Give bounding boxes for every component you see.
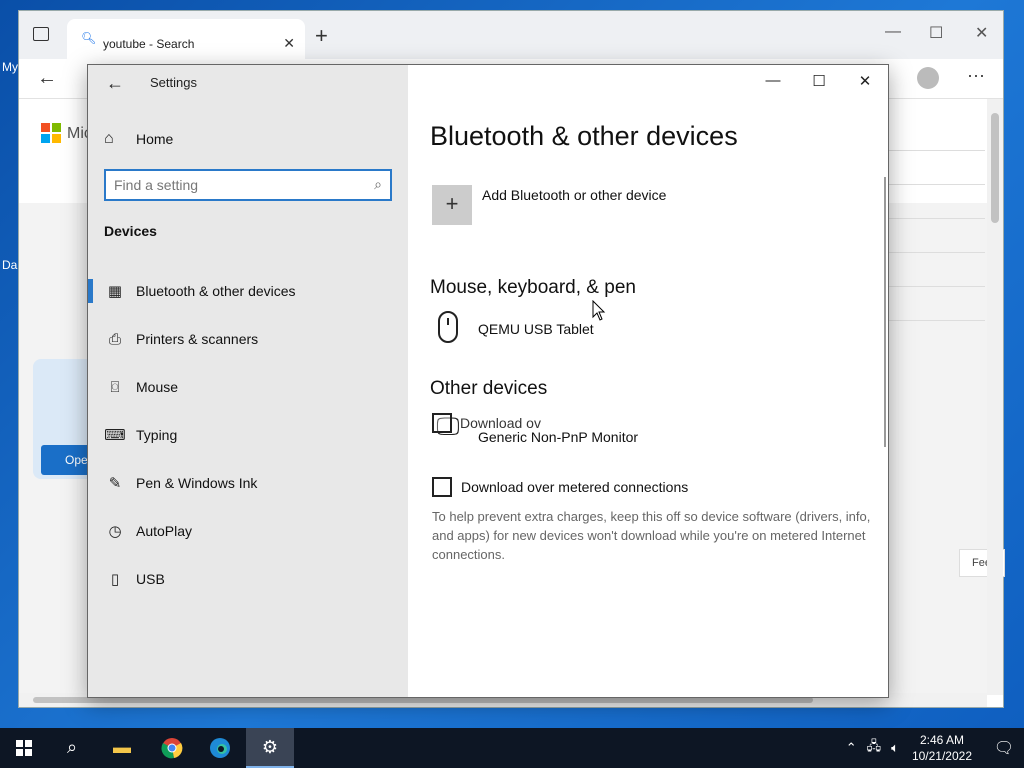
profile-avatar[interactable] [917,67,939,89]
browser-tab[interactable]: 🔍︎ youtube - Search ✕ [67,19,305,59]
home-label: Home [136,131,174,147]
page-list [889,117,985,321]
notification-icon[interactable]: 🗨︎ [984,738,1024,758]
windows-logo-icon [16,740,32,756]
taskbar: ⌕ ▬ ⚙ ⌃ 🖧︎ 🔈︎ 2:46 AM 10/21/2022 🗨︎ [0,728,1024,768]
close-icon[interactable]: ✕ [842,65,888,99]
back-arrow-icon[interactable]: ← [37,67,57,90]
nav-label: Bluetooth & other devices [136,283,296,299]
network-icon[interactable]: 🖧︎ [867,737,882,759]
start-button[interactable] [0,728,48,768]
search-field[interactable]: ⌕ [104,169,392,201]
metered-download-checkbox[interactable]: Download over metered connections [432,477,688,497]
nav-label: Pen & Windows Ink [136,475,258,491]
edge-icon[interactable] [196,728,244,768]
search-icon: ⌕ [374,176,382,192]
nav-item-bluetooth[interactable]: ▦ Bluetooth & other devices [88,267,408,315]
page-title: Bluetooth & other devices [430,121,738,151]
nav-label: USB [136,571,165,587]
section-heading: Other devices [430,378,548,399]
search-icon: 🔍︎ [81,31,97,45]
section-title: Devices [104,223,157,239]
nav-item-printers[interactable]: ⎙ Printers & scanners [88,315,408,363]
maximize-icon[interactable]: ☐ [929,23,943,43]
checkbox[interactable] [432,477,452,497]
device-row[interactable]: QEMU USB Tablet [432,311,594,347]
browser-tabbar: 🔍︎ youtube - Search ✕ + — ☐ ✕ [19,11,1003,59]
checkbox-label: Download over metered connections [461,479,689,495]
minimize-icon[interactable]: — [750,65,796,99]
nav-item-mouse[interactable]: ⌼ Mouse [88,363,408,411]
ghost-checkbox [432,413,452,433]
printer-icon: ⎙ [108,330,121,348]
bluetooth-devices-icon: ▦ [107,283,123,300]
ghost-text: Download ov [460,415,541,431]
search-input[interactable] [114,175,364,195]
help-text: To help prevent extra charges, keep this… [432,509,871,562]
new-tab-icon[interactable]: + [315,23,328,49]
vertical-scrollbar[interactable] [987,99,1003,695]
device-name: QEMU USB Tablet [478,321,594,337]
content-scrollbar[interactable] [884,177,886,447]
nav-label: AutoPlay [136,523,193,539]
autoplay-icon: ◷ [108,523,122,540]
settings-content: — ☐ ✕ Bluetooth & other devices + Add Bl… [408,65,888,697]
chrome-icon[interactable] [148,728,196,768]
pen-icon: ✎ [108,475,122,492]
back-arrow-icon[interactable]: ← [106,73,124,94]
desktop-icon-label[interactable]: My [2,60,18,74]
chevron-up-icon[interactable]: ⌃ [846,740,857,756]
add-device-button[interactable]: + [432,185,472,225]
usb-icon: ▯ [110,571,120,588]
file-explorer-icon[interactable]: ▬ [98,728,146,768]
nav-label: Mouse [136,379,179,395]
mouse-icon: ⌼ [110,378,120,396]
mouse-device-icon [432,311,464,347]
nav-label: Typing [136,427,178,443]
nav-item-pen[interactable]: ✎ Pen & Windows Ink [88,459,408,507]
microsoft-logo-icon [41,123,61,143]
clock[interactable]: 2:46 AM 10/21/2022 [912,732,972,764]
nav-item-typing[interactable]: ⌨ Typing [88,411,408,459]
desktop-icon-label[interactable]: Da [2,258,17,272]
nav-label: Printers & scanners [136,331,259,347]
mouse-cursor-icon [592,300,606,321]
window-controls: — ☐ ✕ [750,65,888,99]
settings-nav: ▦ Bluetooth & other devices ⎙ Printers &… [88,267,408,603]
minimize-icon[interactable]: — [885,23,901,41]
tab-title: youtube - Search [103,37,195,51]
date: 10/21/2022 [911,749,972,763]
window-title: Settings [150,75,197,90]
plus-icon: + [445,191,459,216]
close-tab-icon[interactable]: ✕ [283,35,295,52]
add-device-label[interactable]: Add Bluetooth or other device [482,187,666,203]
home-icon: ⌂ [104,130,114,147]
close-window-icon[interactable]: ✕ [975,23,988,43]
volume-icon[interactable]: 🔈︎ [891,740,899,756]
section-heading: Mouse, keyboard, & pen [430,277,636,298]
device-name: Generic Non-PnP Monitor [478,429,639,445]
search-icon[interactable]: ⌕ [48,728,96,768]
nav-item-autoplay[interactable]: ◷ AutoPlay [88,507,408,555]
home-link[interactable]: ⌂ Home [104,127,173,151]
settings-sidebar: ← Settings ⌂ Home ⌕ Devices ▦ Bluetooth … [88,65,408,697]
nav-item-usb[interactable]: ▯ USB [88,555,408,603]
maximize-icon[interactable]: ☐ [796,65,842,99]
tab-actions-icon[interactable] [33,27,49,41]
keyboard-icon: ⌨ [104,427,126,444]
time: 2:46 AM [919,733,964,747]
system-tray: ⌃ 🖧︎ 🔈︎ 2:46 AM 10/21/2022 🗨︎ [841,728,1024,768]
more-options-icon[interactable]: ··· [967,65,985,86]
settings-taskbar-icon[interactable]: ⚙ [246,728,294,768]
settings-window: ← Settings ⌂ Home ⌕ Devices ▦ Bluetooth … [87,64,889,698]
